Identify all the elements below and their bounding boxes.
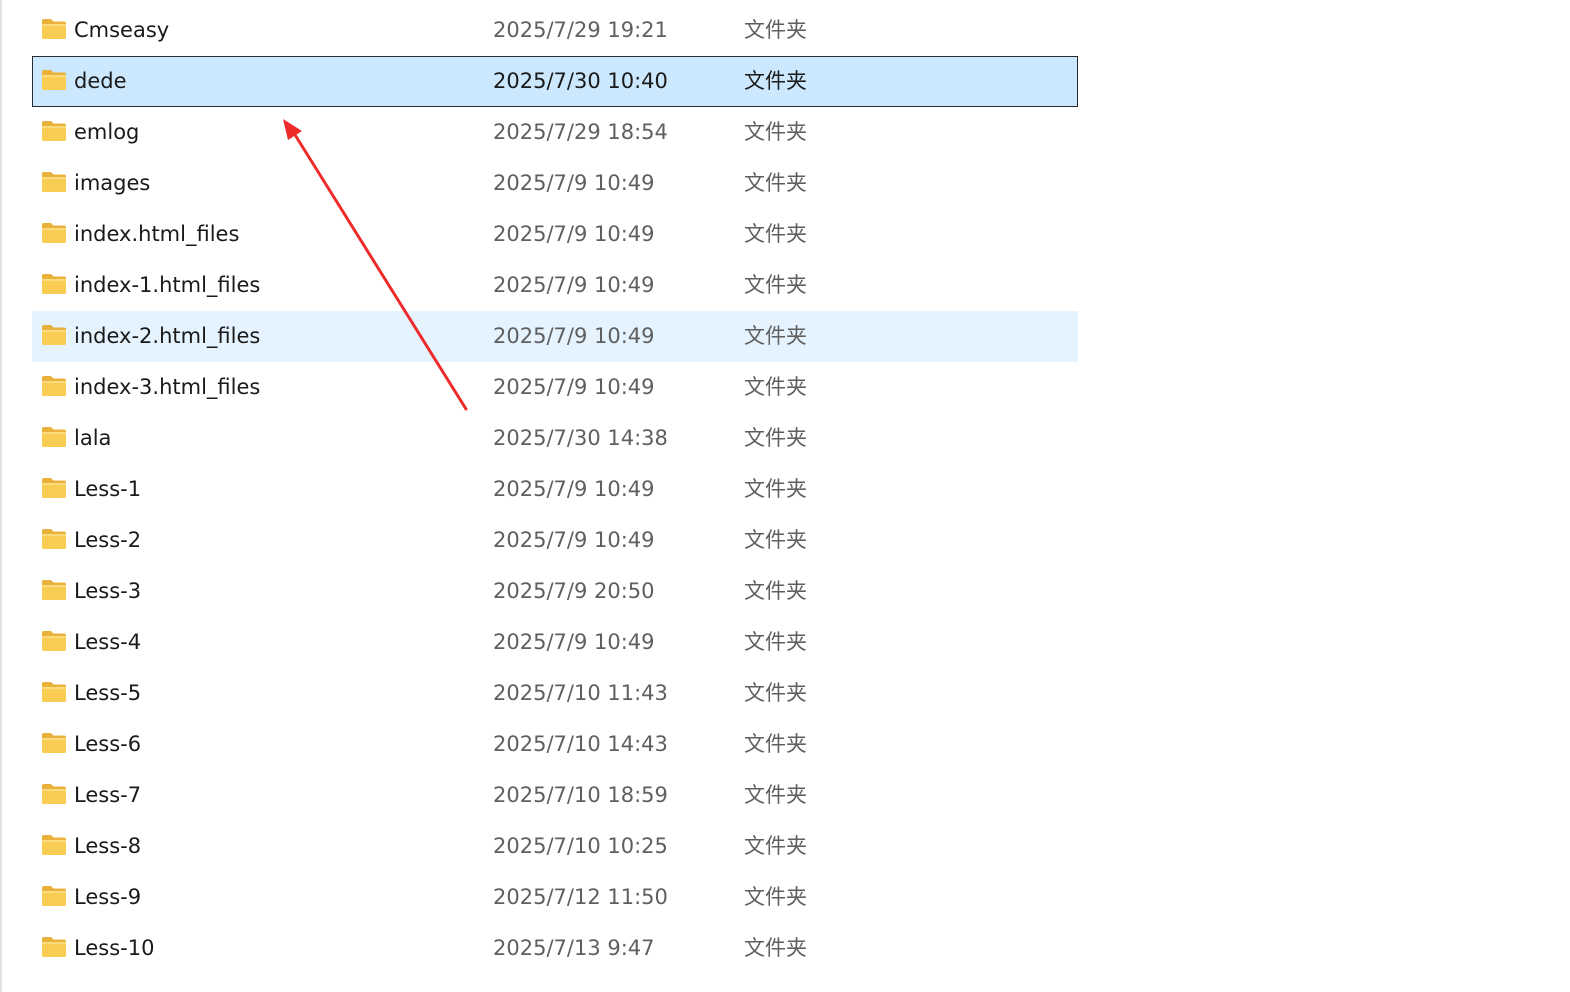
file-row[interactable]: Less-6 2025/7/10 14:43 文件夹	[32, 719, 1078, 770]
file-name: Cmseasy	[74, 18, 170, 42]
file-name: Less-7	[74, 783, 142, 807]
file-row[interactable]: Less-9 2025/7/12 11:50 文件夹	[32, 872, 1078, 923]
folder-icon	[42, 325, 66, 345]
file-type: 文件夹	[744, 579, 807, 603]
file-name: index-1.html_files	[74, 273, 261, 297]
folder-icon	[42, 784, 66, 804]
file-name: Less-3	[74, 579, 142, 603]
file-name: emlog	[74, 120, 140, 144]
file-type: 文件夹	[744, 834, 807, 858]
file-date-modified: 2025/7/10 10:25	[493, 834, 668, 858]
file-date-modified: 2025/7/9 10:49	[493, 375, 655, 399]
file-type: 文件夹	[744, 885, 807, 909]
file-row[interactable]: emlog 2025/7/29 18:54 文件夹	[32, 107, 1078, 158]
file-row[interactable]: Less-4 2025/7/9 10:49 文件夹	[32, 617, 1078, 668]
file-date-modified: 2025/7/29 18:54	[493, 120, 668, 144]
file-row[interactable]: lala 2025/7/30 14:38 文件夹	[32, 413, 1078, 464]
file-row[interactable]: Cmseasy 2025/7/29 19:21 文件夹	[32, 5, 1078, 56]
folder-icon	[42, 835, 66, 855]
file-row[interactable]: Less-10 2025/7/13 9:47 文件夹	[32, 923, 1078, 974]
file-date-modified: 2025/7/30 10:40	[493, 69, 668, 93]
file-name: images	[74, 171, 151, 195]
file-name: Less-9	[74, 885, 142, 909]
folder-icon	[42, 682, 66, 702]
file-type: 文件夹	[744, 171, 807, 195]
file-row[interactable]: dede 2025/7/30 10:40 文件夹	[32, 56, 1078, 107]
file-date-modified: 2025/7/9 10:49	[493, 630, 655, 654]
file-name: Less-4	[74, 630, 142, 654]
file-type: 文件夹	[744, 324, 807, 348]
window-left-border	[0, 0, 2, 992]
folder-icon	[42, 172, 66, 192]
file-name: dede	[74, 69, 127, 93]
folder-icon	[42, 580, 66, 600]
file-date-modified: 2025/7/12 11:50	[493, 885, 668, 909]
file-type: 文件夹	[744, 783, 807, 807]
folder-icon	[42, 631, 66, 651]
file-date-modified: 2025/7/9 10:49	[493, 528, 655, 552]
file-name: Less-6	[74, 732, 142, 756]
file-name: index-2.html_files	[74, 324, 261, 348]
file-row[interactable]: Less-7 2025/7/10 18:59 文件夹	[32, 770, 1078, 821]
file-date-modified: 2025/7/9 20:50	[493, 579, 655, 603]
folder-icon	[42, 937, 66, 957]
file-row[interactable]: Less-5 2025/7/10 11:43 文件夹	[32, 668, 1078, 719]
file-type: 文件夹	[744, 120, 807, 144]
file-type: 文件夹	[744, 477, 807, 501]
folder-icon	[42, 478, 66, 498]
folder-icon	[42, 427, 66, 447]
folder-icon	[42, 376, 66, 396]
folder-icon	[42, 529, 66, 549]
file-name: Less-2	[74, 528, 142, 552]
file-type: 文件夹	[744, 375, 807, 399]
file-type: 文件夹	[744, 732, 807, 756]
folder-icon	[42, 19, 66, 39]
file-row[interactable]: Less-1 2025/7/9 10:49 文件夹	[32, 464, 1078, 515]
file-name: index.html_files	[74, 222, 240, 246]
file-date-modified: 2025/7/9 10:49	[493, 324, 655, 348]
file-date-modified: 2025/7/30 14:38	[493, 426, 668, 450]
file-type: 文件夹	[744, 18, 807, 42]
file-name: index-3.html_files	[74, 375, 261, 399]
file-row[interactable]: Less-2 2025/7/9 10:49 文件夹	[32, 515, 1078, 566]
file-type: 文件夹	[744, 528, 807, 552]
file-name: Less-1	[74, 477, 142, 501]
folder-icon	[42, 733, 66, 753]
file-name: Less-8	[74, 834, 142, 858]
folder-icon	[42, 70, 66, 90]
file-row[interactable]: index.html_files 2025/7/9 10:49 文件夹	[32, 209, 1078, 260]
file-row[interactable]: Less-8 2025/7/10 10:25 文件夹	[32, 821, 1078, 872]
file-row[interactable]: index-2.html_files 2025/7/9 10:49 文件夹	[32, 311, 1078, 362]
file-type: 文件夹	[744, 69, 807, 93]
file-date-modified: 2025/7/13 9:47	[493, 936, 655, 960]
folder-icon	[42, 274, 66, 294]
file-row[interactable]: index-1.html_files 2025/7/9 10:49 文件夹	[32, 260, 1078, 311]
file-type: 文件夹	[744, 936, 807, 960]
file-type: 文件夹	[744, 426, 807, 450]
file-name: Less-5	[74, 681, 142, 705]
file-name: lala	[74, 426, 112, 450]
file-date-modified: 2025/7/29 19:21	[493, 18, 668, 42]
folder-icon	[42, 223, 66, 243]
file-date-modified: 2025/7/10 18:59	[493, 783, 668, 807]
file-type: 文件夹	[744, 681, 807, 705]
folder-icon	[42, 121, 66, 141]
file-type: 文件夹	[744, 273, 807, 297]
file-list: Cmseasy 2025/7/29 19:21 文件夹 dede 2025/7/30 1…	[32, 5, 1078, 974]
file-date-modified: 2025/7/9 10:49	[493, 273, 655, 297]
file-row[interactable]: index-3.html_files 2025/7/9 10:49 文件夹	[32, 362, 1078, 413]
file-date-modified: 2025/7/10 11:43	[493, 681, 668, 705]
file-date-modified: 2025/7/9 10:49	[493, 222, 655, 246]
file-date-modified: 2025/7/10 14:43	[493, 732, 668, 756]
file-date-modified: 2025/7/9 10:49	[493, 477, 655, 501]
file-date-modified: 2025/7/9 10:49	[493, 171, 655, 195]
file-type: 文件夹	[744, 222, 807, 246]
file-row[interactable]: images 2025/7/9 10:49 文件夹	[32, 158, 1078, 209]
file-type: 文件夹	[744, 630, 807, 654]
folder-icon	[42, 886, 66, 906]
file-row[interactable]: Less-3 2025/7/9 20:50 文件夹	[32, 566, 1078, 617]
file-name: Less-10	[74, 936, 155, 960]
